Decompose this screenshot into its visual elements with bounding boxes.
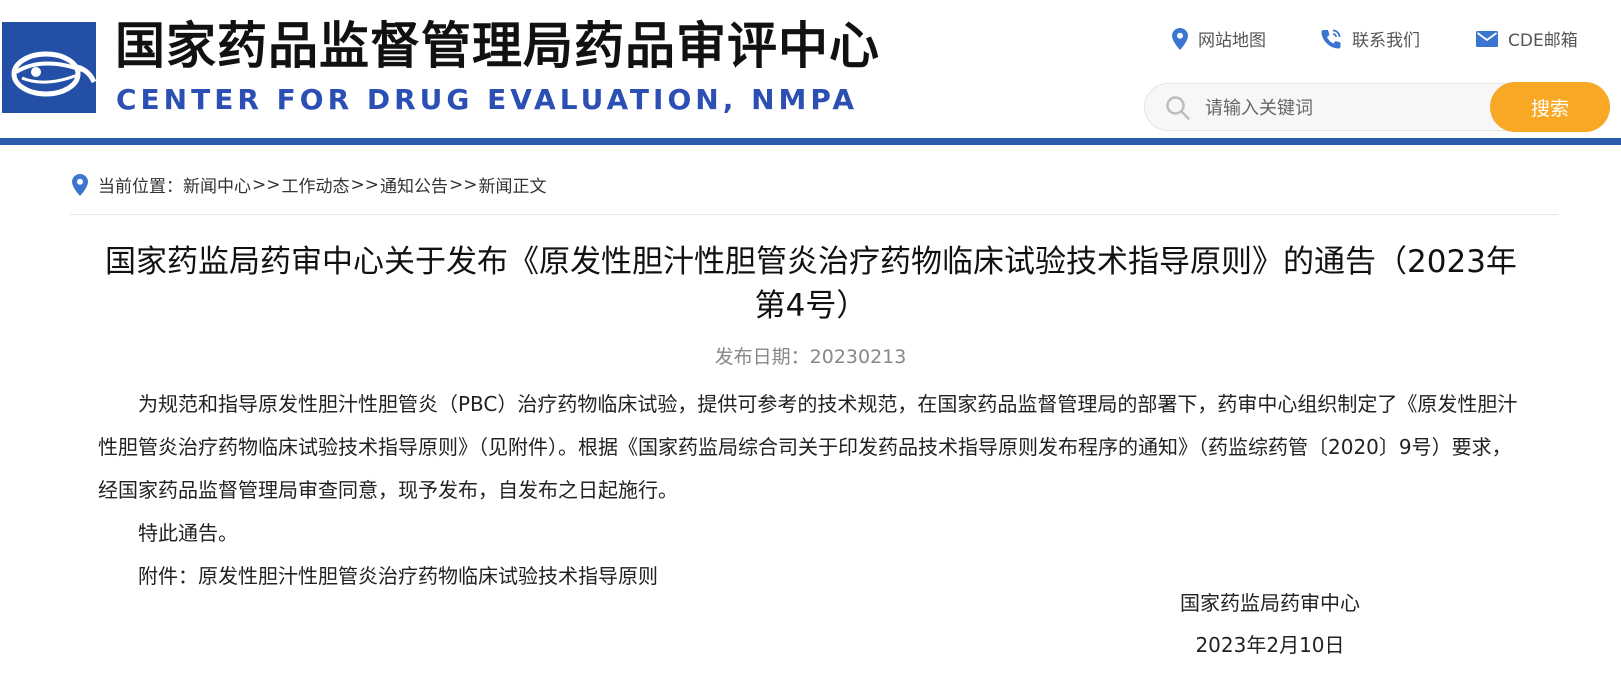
- search-button[interactable]: 搜索: [1490, 82, 1610, 132]
- header-divider: [0, 138, 1621, 145]
- sitemap-label: 网站地图: [1198, 31, 1266, 51]
- site-subtitle: CENTER FOR DRUG EVALUATION, NMPA: [116, 83, 858, 116]
- article-paragraph: 为规范和指导原发性胆汁性胆管炎（PBC）治疗药物临床试验，提供可参考的技术规范，…: [98, 392, 1518, 502]
- phone-icon: [1321, 29, 1341, 48]
- breadcrumb-divider: [70, 214, 1558, 215]
- contact-label: 联系我们: [1352, 31, 1420, 51]
- mail-icon: [1476, 30, 1498, 47]
- signature-org: 国家药监局药审中心: [1180, 591, 1360, 615]
- breadcrumb-work-updates[interactable]: 工作动态: [282, 172, 350, 197]
- publish-date: 发布日期：20230213: [0, 342, 1621, 369]
- site-header: 国家药品监督管理局药品审评中心 CENTER FOR DRUG EVALUATI…: [0, 0, 1621, 141]
- article-title: 国家药监局药审中心关于发布《原发性胆汁性胆管炎治疗药物临床试验技术指导原则》的通…: [105, 244, 1517, 324]
- breadcrumb-current: 新闻正文: [478, 177, 547, 197]
- article-body: 为规范和指导原发性胆汁性胆管炎（PBC）治疗药物临床试验，提供可参考的技术规范，…: [98, 383, 1526, 598]
- location-pin-icon: [1172, 27, 1188, 50]
- top-links: 网站地图 联系我们 CDE邮箱: [0, 26, 1621, 56]
- signature-date: 2023年2月10日: [1195, 633, 1345, 657]
- breadcrumb-prefix: 当前位置：: [98, 177, 183, 197]
- publish-date-value: 20230213: [809, 346, 907, 368]
- publish-date-label: 发布日期：: [714, 346, 810, 368]
- breadcrumb-separator: >>: [350, 174, 380, 195]
- breadcrumb: 当前位置： 新闻中心 >> 工作动态 >> 通知公告 >> 新闻正文: [72, 172, 547, 197]
- article-paragraph: 特此通告。: [138, 521, 238, 545]
- location-pin-icon: [72, 173, 88, 196]
- sitemap-link[interactable]: 网站地图: [1172, 26, 1266, 51]
- search-input[interactable]: [1203, 90, 1467, 126]
- breadcrumb-news-center[interactable]: 新闻中心: [183, 172, 251, 197]
- cde-mail-link[interactable]: CDE邮箱: [1476, 26, 1578, 51]
- breadcrumb-notices[interactable]: 通知公告: [380, 172, 448, 197]
- breadcrumb-separator: >>: [252, 174, 281, 195]
- cde-mail-label: CDE邮箱: [1508, 31, 1578, 51]
- search-icon: [1166, 96, 1190, 120]
- contact-link[interactable]: 联系我们: [1320, 26, 1420, 51]
- breadcrumb-separator: >>: [449, 174, 478, 195]
- article-content: 当前位置： 新闻中心 >> 工作动态 >> 通知公告 >> 新闻正文 国家药监局…: [0, 145, 1621, 694]
- search-box: 搜索: [1144, 82, 1610, 132]
